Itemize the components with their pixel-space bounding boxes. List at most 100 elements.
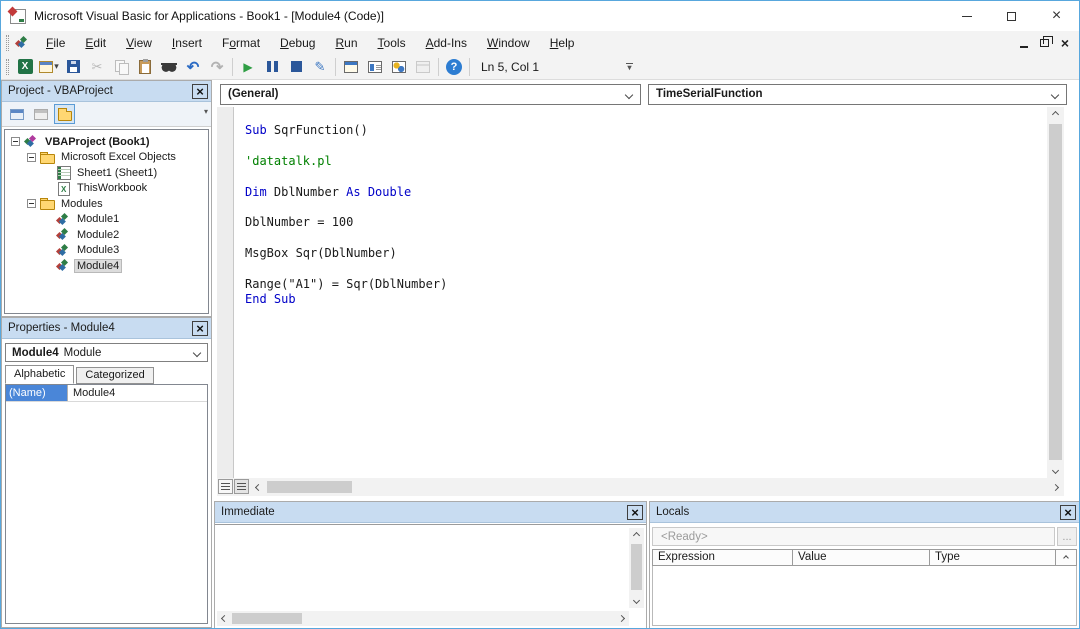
toolbar-overflow-button[interactable]: ▾ (624, 57, 635, 77)
break-button[interactable] (260, 56, 284, 78)
mdi-close-icon[interactable]: × (1061, 37, 1069, 49)
tab-categorized[interactable]: Categorized (76, 367, 153, 384)
paste-button[interactable] (133, 56, 157, 78)
project-close-button[interactable]: × (192, 84, 208, 99)
toolbar-grip[interactable] (6, 59, 9, 75)
find-button[interactable] (157, 56, 181, 78)
undo-button[interactable] (181, 56, 205, 78)
menu-view[interactable]: View (116, 33, 162, 53)
menu-insert[interactable]: Insert (162, 33, 212, 53)
collapse-toggle-icon[interactable] (27, 153, 36, 162)
menu-edit[interactable]: Edit (75, 33, 116, 53)
column-header-type[interactable]: Type (930, 550, 1056, 565)
code-line-2[interactable] (245, 138, 447, 153)
scrollbar-thumb[interactable] (631, 544, 642, 590)
code-line-7[interactable]: DblNumber = 100 (245, 215, 447, 230)
project-panel-titlebar[interactable]: Project - VBAProject × (2, 81, 211, 102)
mdi-restore-icon[interactable] (1040, 39, 1049, 47)
code-editor[interactable]: Sub SqrFunction() 'datatalk.pl Dim DblNu… (235, 107, 1047, 478)
menu-tools[interactable]: Tools (368, 33, 416, 53)
scroll-right-icon[interactable] (614, 611, 629, 626)
immediate-vertical-scrollbar[interactable] (629, 528, 644, 608)
column-header-expression[interactable]: Expression (653, 550, 793, 565)
immediate-titlebar[interactable]: Immediate × (215, 502, 646, 523)
code-line-1[interactable]: Sub SqrFunction() (245, 123, 447, 138)
code-line-11[interactable]: Range("A1") = Sqr(DblNumber) (245, 277, 447, 292)
code-line-9[interactable]: MsgBox Sqr(DblNumber) (245, 246, 447, 261)
tree-node-module3[interactable]: Module3 (5, 243, 208, 259)
project-toolbar-overflow[interactable]: ▾ (204, 107, 208, 116)
scrollbar-thumb[interactable] (232, 613, 302, 624)
menu-add-ins[interactable]: Add-Ins (416, 33, 477, 53)
code-line-10[interactable] (245, 262, 447, 277)
code-margin-indicator-bar[interactable] (217, 107, 234, 478)
scroll-down-icon[interactable] (1047, 463, 1064, 478)
locals-close-button[interactable]: × (1060, 505, 1076, 520)
view-object-button[interactable] (30, 104, 51, 124)
object-browser-button[interactable] (387, 56, 411, 78)
view-code-button[interactable] (6, 104, 27, 124)
save-button[interactable] (61, 56, 85, 78)
property-row[interactable]: (Name) Module4 (6, 385, 207, 402)
menu-debug[interactable]: Debug (270, 33, 325, 53)
help-button[interactable] (442, 56, 466, 78)
column-header-value[interactable]: Value (793, 550, 930, 565)
minimize-button[interactable] (944, 1, 989, 31)
toggle-folders-button[interactable] (54, 104, 75, 124)
menu-run[interactable]: Run (325, 33, 367, 53)
module-window-icon[interactable] (15, 36, 30, 49)
project-explorer-button[interactable] (339, 56, 363, 78)
procedure-dropdown[interactable]: TimeSerialFunction (648, 84, 1067, 105)
insert-userform-button[interactable]: ▾ (37, 56, 61, 78)
tree-node-thisworkbook[interactable]: ThisWorkbook (5, 181, 208, 197)
code-line-5[interactable]: Dim DblNumber As Double (245, 185, 447, 200)
view-excel-button[interactable] (13, 56, 37, 78)
tree-node-microsoft-excel-objects[interactable]: Microsoft Excel Objects (5, 150, 208, 166)
property-name-cell[interactable]: (Name) (6, 385, 68, 401)
code-line-6[interactable] (245, 200, 447, 215)
procedure-view-button[interactable] (218, 479, 233, 494)
full-module-view-button[interactable] (234, 479, 249, 494)
code-line-4[interactable] (245, 169, 447, 184)
properties-window-button[interactable] (363, 56, 387, 78)
code-vertical-scrollbar[interactable] (1047, 107, 1064, 478)
scroll-right-icon[interactable] (1048, 479, 1063, 495)
menu-window[interactable]: Window (477, 33, 540, 53)
menu-format[interactable]: Format (212, 33, 270, 53)
scrollbar-thumb[interactable] (1049, 124, 1062, 460)
close-button[interactable]: × (1034, 1, 1079, 31)
mdi-minimize-icon[interactable] (1020, 46, 1028, 48)
scrollbar-thumb[interactable] (267, 481, 352, 493)
code-line-3[interactable]: 'datatalk.pl (245, 154, 447, 169)
reset-button[interactable] (284, 56, 308, 78)
dropdown-caret-icon[interactable]: ▾ (54, 61, 59, 72)
scroll-up-icon[interactable] (629, 528, 644, 543)
menu-file[interactable]: File (36, 33, 75, 53)
run-button[interactable] (236, 56, 260, 78)
property-value-cell[interactable]: Module4 (68, 385, 115, 401)
object-dropdown[interactable]: (General) (220, 84, 641, 105)
locals-titlebar[interactable]: Locals × (650, 502, 1079, 523)
scroll-up-icon[interactable] (1047, 107, 1064, 122)
maximize-button[interactable] (989, 1, 1034, 31)
scroll-left-icon[interactable] (251, 479, 266, 495)
tree-node-module2[interactable]: Module2 (5, 227, 208, 243)
collapse-toggle-icon[interactable] (27, 199, 36, 208)
immediate-close-button[interactable]: × (627, 505, 643, 520)
tab-alphabetic[interactable]: Alphabetic (5, 365, 74, 384)
design-mode-button[interactable] (308, 56, 332, 78)
properties-close-button[interactable]: × (192, 321, 208, 336)
menu-help[interactable]: Help (540, 33, 585, 53)
tree-node-sheet1-sheet1[interactable]: Sheet1 (Sheet1) (5, 165, 208, 181)
collapse-toggle-icon[interactable] (11, 137, 20, 146)
scroll-left-icon[interactable] (217, 611, 232, 626)
object-selector-dropdown[interactable]: Module4 Module (5, 343, 208, 362)
code-line-12[interactable]: End Sub (245, 292, 447, 307)
locals-ellipsis-button[interactable]: ... (1057, 527, 1077, 546)
tree-node-module1[interactable]: Module1 (5, 212, 208, 228)
code-horizontal-scrollbar[interactable] (251, 479, 1063, 495)
tree-node-vbaproject-book1[interactable]: VBAProject (Book1) (5, 134, 208, 150)
scroll-up-icon[interactable] (1056, 550, 1076, 565)
tree-node-modules[interactable]: Modules (5, 196, 208, 212)
scroll-down-icon[interactable] (629, 593, 644, 608)
